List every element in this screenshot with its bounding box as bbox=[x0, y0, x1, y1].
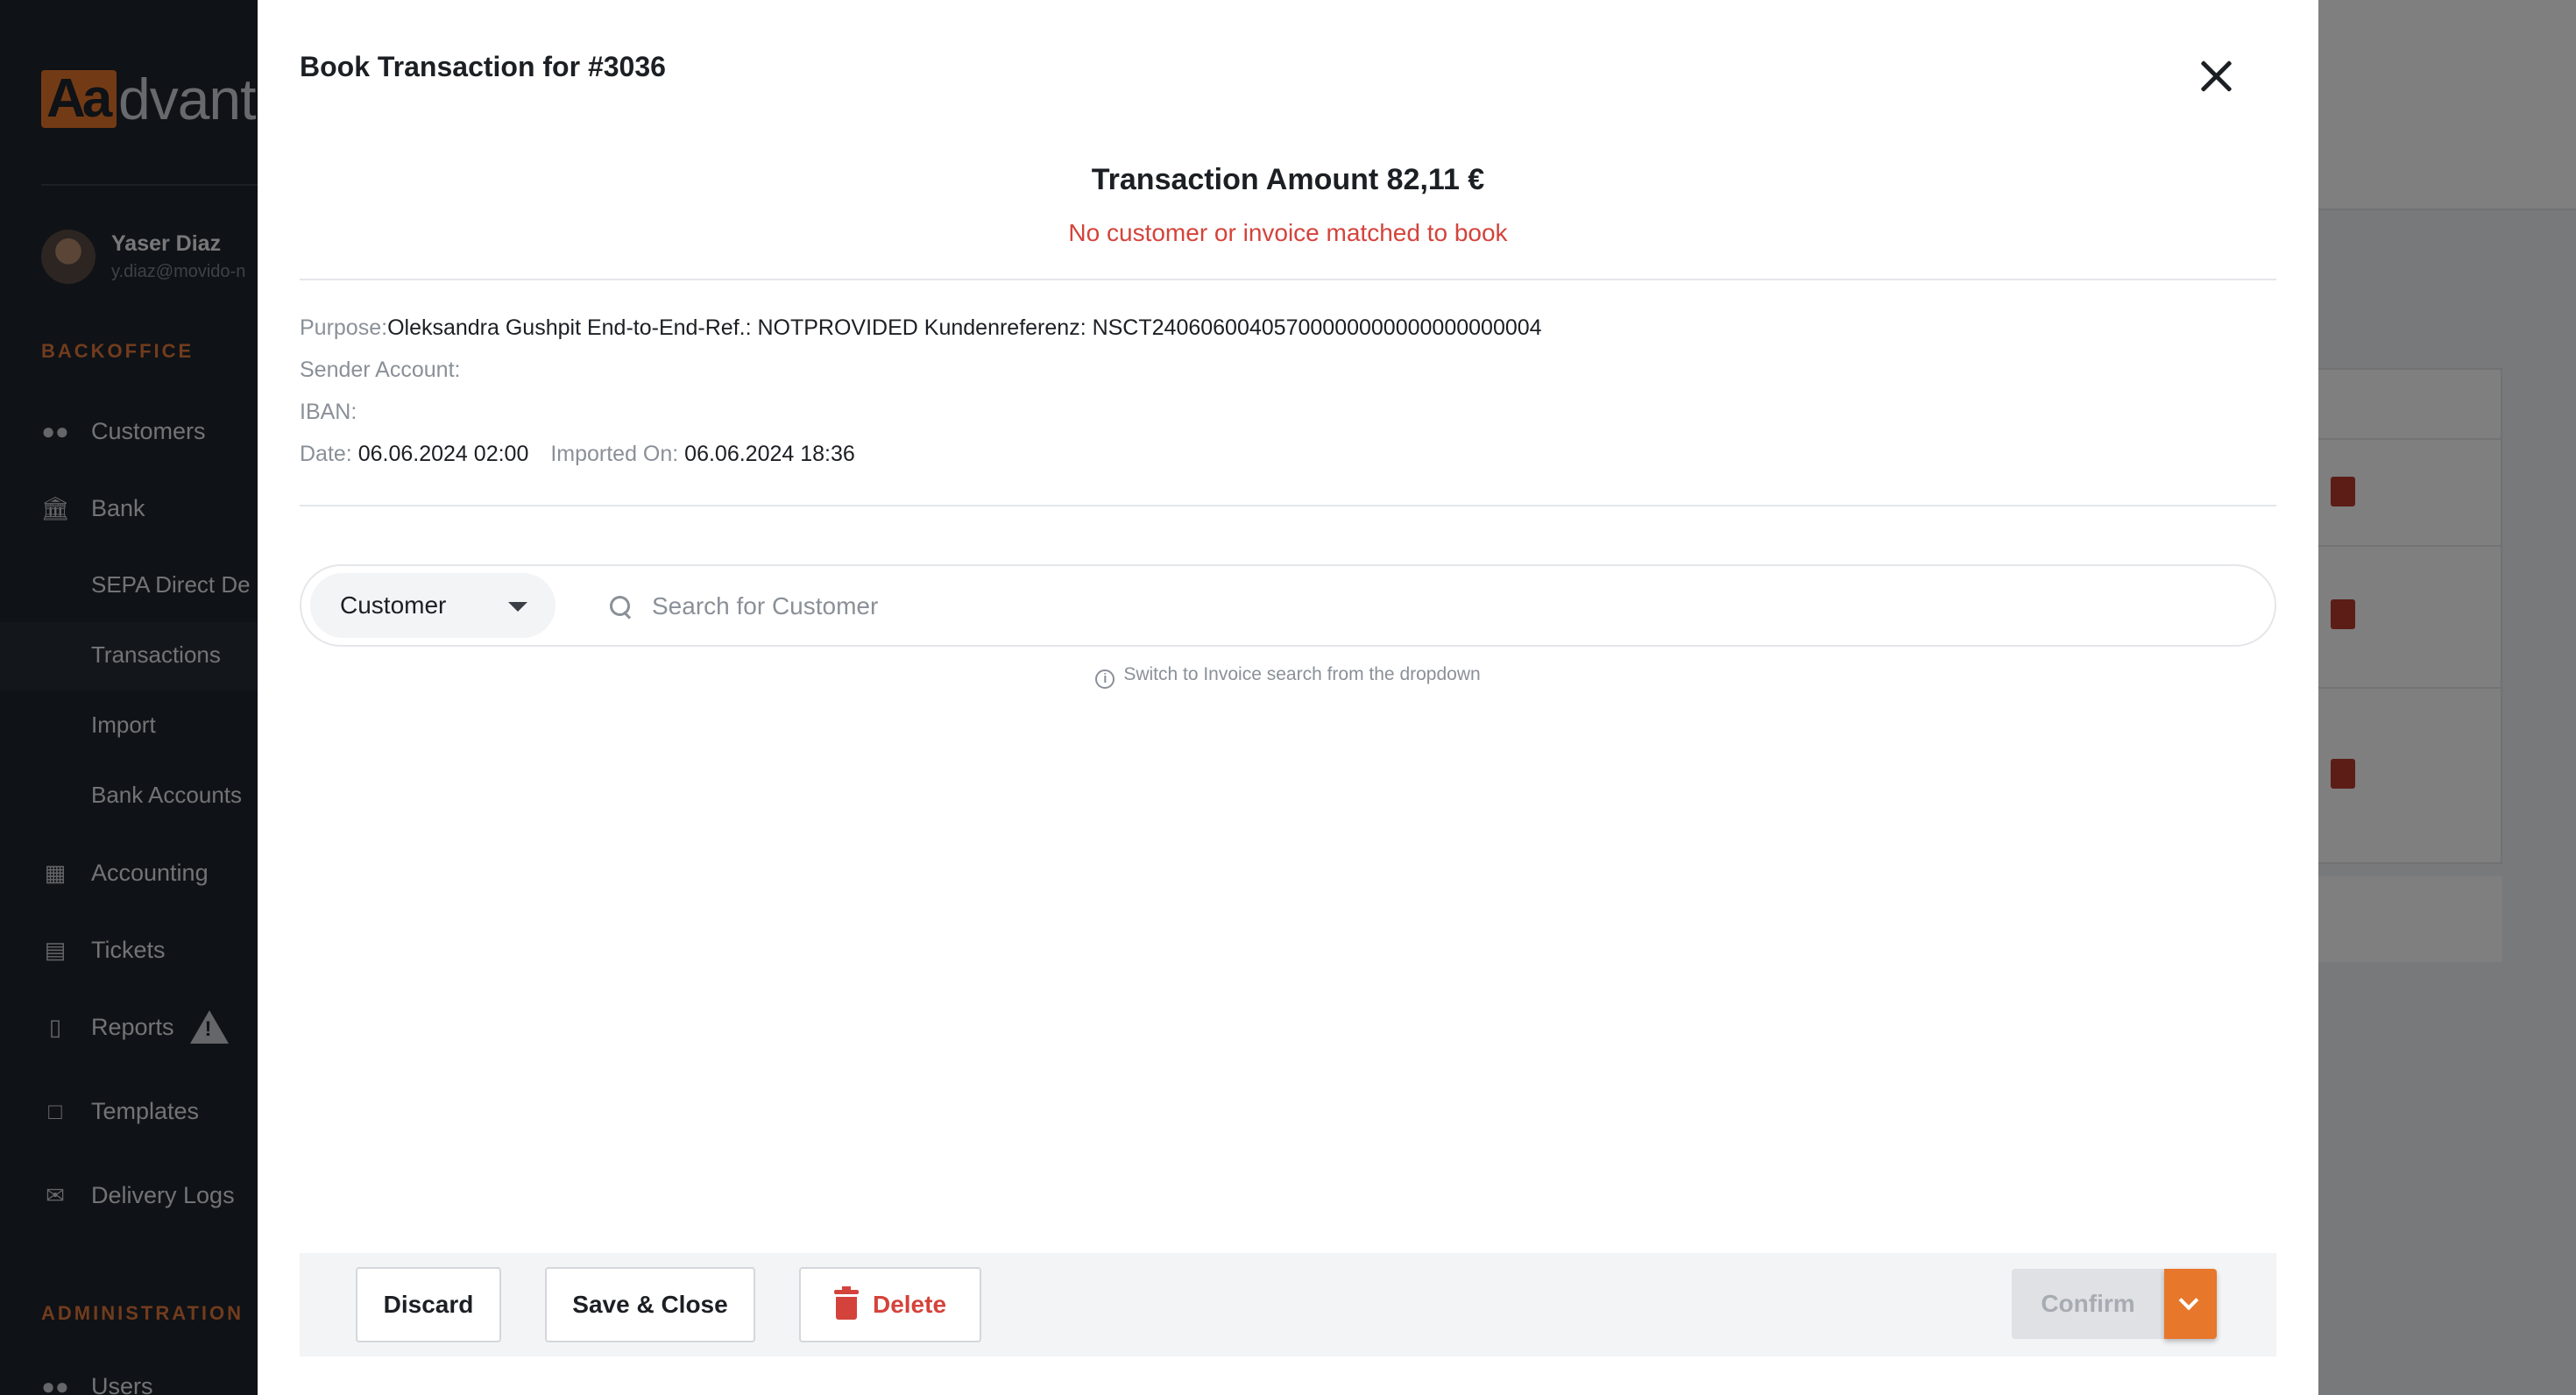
search-hint-text: Switch to Invoice search from the dropdo… bbox=[1123, 664, 1481, 684]
search-input[interactable] bbox=[652, 584, 2229, 629]
iban-row: IBAN: bbox=[300, 400, 357, 425]
modal-footer: Discard Save & Close Delete Confirm bbox=[300, 1253, 2276, 1356]
search-hint: i Switch to Invoice search from the dropd… bbox=[258, 664, 2318, 689]
date-value: 06.06.2024 02:00 bbox=[357, 442, 529, 466]
date-label: Date: bbox=[300, 442, 352, 466]
caret-down-icon bbox=[508, 602, 527, 612]
purpose-label: Purpose: bbox=[300, 315, 388, 340]
info-icon: i bbox=[1095, 669, 1115, 689]
modal-title: Book Transaction for #3036 bbox=[300, 51, 666, 82]
trash-icon bbox=[833, 1286, 859, 1320]
sender-account-row: Sender Account: bbox=[300, 358, 460, 383]
book-transaction-modal: Book Transaction for #3036 Transaction A… bbox=[258, 0, 2318, 1395]
chevron-down-icon bbox=[2178, 1290, 2199, 1311]
confirm-button[interactable]: Confirm bbox=[2012, 1269, 2164, 1339]
close-icon[interactable] bbox=[2196, 56, 2236, 96]
delete-button-label: Delete bbox=[872, 1291, 947, 1318]
match-warning: No customer or invoice matched to book bbox=[1068, 219, 1508, 246]
delete-button[interactable]: Delete bbox=[799, 1267, 981, 1342]
discard-button[interactable]: Discard bbox=[356, 1267, 501, 1342]
imported-value: 06.06.2024 18:36 bbox=[684, 442, 855, 466]
sender-account-label: Sender Account: bbox=[300, 358, 461, 382]
confirm-options-dropdown[interactable] bbox=[2164, 1269, 2217, 1339]
iban-label: IBAN: bbox=[300, 400, 357, 424]
imported-label: Imported On: bbox=[550, 442, 679, 466]
date-row: Date: 06.06.2024 02:00 Imported On: 06.0… bbox=[300, 442, 855, 467]
customer-search-bar: Customer bbox=[300, 564, 2276, 647]
save-close-button[interactable]: Save & Close bbox=[545, 1267, 755, 1342]
transaction-amount: Transaction Amount 82,11 € bbox=[1091, 163, 1485, 196]
divider bbox=[300, 279, 2276, 280]
purpose-value: Oleksandra Gushpit End-to-End-Ref.: NOTP… bbox=[387, 315, 1542, 340]
divider bbox=[300, 505, 2276, 506]
search-type-value: Customer bbox=[340, 591, 447, 619]
purpose-row: Purpose:Oleksandra Gushpit End-to-End-Re… bbox=[300, 315, 1542, 341]
search-icon bbox=[610, 596, 633, 619]
search-type-dropdown[interactable]: Customer bbox=[310, 573, 556, 638]
